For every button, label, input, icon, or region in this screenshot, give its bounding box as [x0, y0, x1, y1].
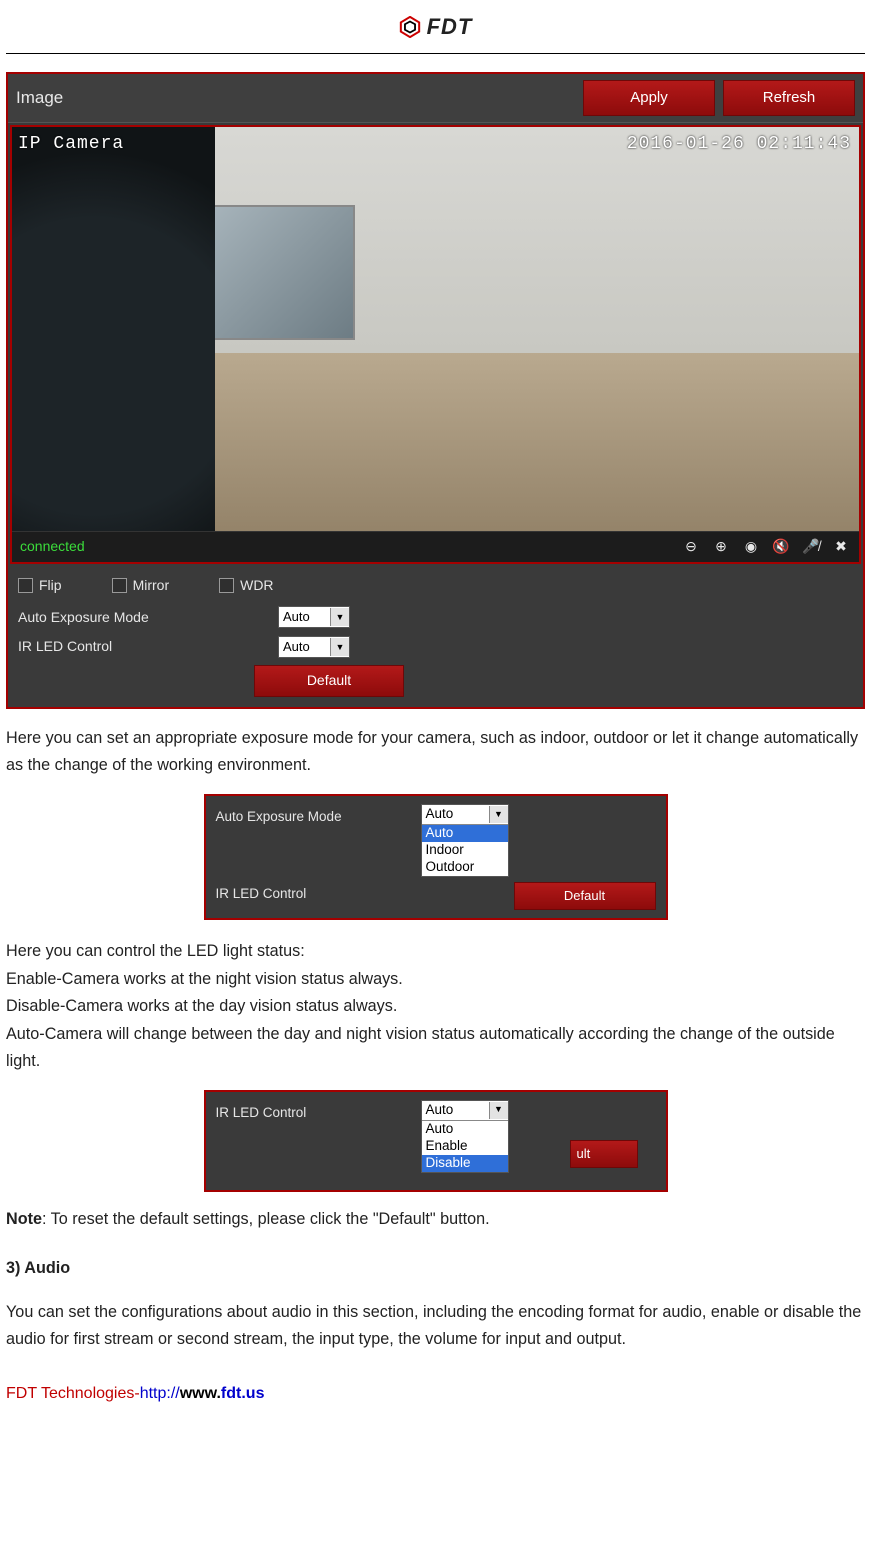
audio-heading: 3) Audio: [6, 1255, 865, 1283]
mirror-checkbox[interactable]: Mirror: [112, 574, 170, 598]
record-icon[interactable]: ◉: [741, 537, 761, 557]
image-settings-panel: Image Apply Refresh IP Camera 2016-01-26…: [6, 72, 865, 709]
ir-auto-description: Auto-Camera will change between the day …: [6, 1021, 865, 1076]
exposure-mode-dropdown[interactable]: Auto ▼ Auto Indoor Outdoor: [421, 804, 509, 877]
panel-title: Image: [16, 84, 575, 113]
ir-led-select[interactable]: Auto ▼: [278, 636, 350, 658]
video-preview: IP Camera 2016-01-26 02:11:43 connected …: [10, 125, 861, 564]
zoom-out-icon[interactable]: ⊖: [681, 537, 701, 557]
brand-logo: FDT: [399, 8, 473, 45]
ir-description-intro: Here you can control the LED light statu…: [6, 938, 865, 966]
default-button-partial[interactable]: ult: [570, 1140, 638, 1168]
page-footer: FDT Technologies-http://www.fdt.us: [6, 1380, 865, 1407]
footer-www: www.: [180, 1385, 221, 1402]
mute-speaker-icon[interactable]: 🔇: [771, 537, 791, 557]
chevron-down-icon: ▼: [489, 1102, 508, 1119]
flip-checkbox[interactable]: Flip: [18, 574, 62, 598]
option-disable[interactable]: Disable: [422, 1155, 508, 1172]
overlay-camera-name: IP Camera: [18, 129, 124, 160]
apply-button[interactable]: Apply: [583, 80, 715, 116]
exposure-mode-label: Auto Exposure Mode: [18, 606, 278, 630]
note-paragraph: Note: To reset the default settings, ple…: [6, 1206, 865, 1234]
ir-led-dropdown[interactable]: Auto ▼ Auto Enable Disable: [421, 1100, 509, 1173]
wdr-checkbox[interactable]: WDR: [219, 574, 273, 598]
refresh-button[interactable]: Refresh: [723, 80, 855, 116]
chevron-down-icon: ▼: [489, 806, 508, 823]
zoom-in-icon[interactable]: ⊕: [711, 537, 731, 557]
overlay-timestamp: 2016-01-26 02:11:43: [627, 129, 851, 160]
default-button[interactable]: Default: [514, 882, 656, 910]
checkbox-icon: [18, 578, 33, 593]
exposure-mode-value: Auto: [279, 606, 330, 628]
flip-label: Flip: [39, 574, 62, 598]
brand-bar: FDT: [6, 6, 865, 54]
ir-dropdown-panel: IR LED Control Auto ▼ Auto Enable Disabl…: [204, 1090, 668, 1192]
checkbox-icon: [112, 578, 127, 593]
image-controls: Flip Mirror WDR Auto Exposure Mode Auto …: [8, 566, 863, 707]
hexagon-icon: [399, 16, 421, 38]
note-text: : To reset the default settings, please …: [42, 1210, 490, 1228]
wdr-label: WDR: [240, 574, 273, 598]
ir-disable-description: Disable-Camera works at the day vision s…: [6, 993, 865, 1021]
tools-icon[interactable]: ✖: [831, 537, 851, 557]
checkbox-icon: [219, 578, 234, 593]
footer-proto: http://: [140, 1385, 180, 1402]
panel-header: Image Apply Refresh: [8, 74, 863, 123]
ir-enable-description: Enable-Camera works at the night vision …: [6, 966, 865, 994]
footer-company: FDT Technologies-: [6, 1385, 140, 1402]
exposure-mode-label: Auto Exposure Mode: [216, 804, 421, 829]
chevron-down-icon: ▼: [330, 638, 349, 656]
exposure-dropdown-panel: Auto Exposure Mode Auto ▼ Auto Indoor Ou…: [204, 794, 668, 920]
ir-led-label: IR LED Control: [216, 1100, 421, 1125]
connection-status: connected: [20, 535, 681, 559]
default-button[interactable]: Default: [254, 665, 404, 697]
chevron-down-icon: ▼: [330, 608, 349, 626]
option-outdoor[interactable]: Outdoor: [422, 859, 508, 876]
ir-led-label: IR LED Control: [18, 635, 278, 659]
exposure-mode-select[interactable]: Auto ▼: [278, 606, 350, 628]
mute-mic-icon[interactable]: 🎤̸: [801, 537, 821, 557]
ir-led-value: Auto: [279, 636, 330, 658]
video-status-bar: connected ⊖ ⊕ ◉ 🔇 🎤̸ ✖: [12, 531, 859, 562]
footer-domain: fdt.us: [221, 1385, 265, 1402]
audio-description: You can set the configurations about aud…: [6, 1299, 865, 1354]
ir-led-label: IR LED Control: [216, 881, 421, 906]
brand-text: FDT: [427, 8, 473, 45]
mirror-label: Mirror: [133, 574, 170, 598]
exposure-description: Here you can set an appropriate exposure…: [6, 725, 865, 780]
dropdown-options: Auto Enable Disable: [422, 1120, 508, 1172]
note-label: Note: [6, 1210, 42, 1228]
dropdown-options: Auto Indoor Outdoor: [422, 824, 508, 876]
